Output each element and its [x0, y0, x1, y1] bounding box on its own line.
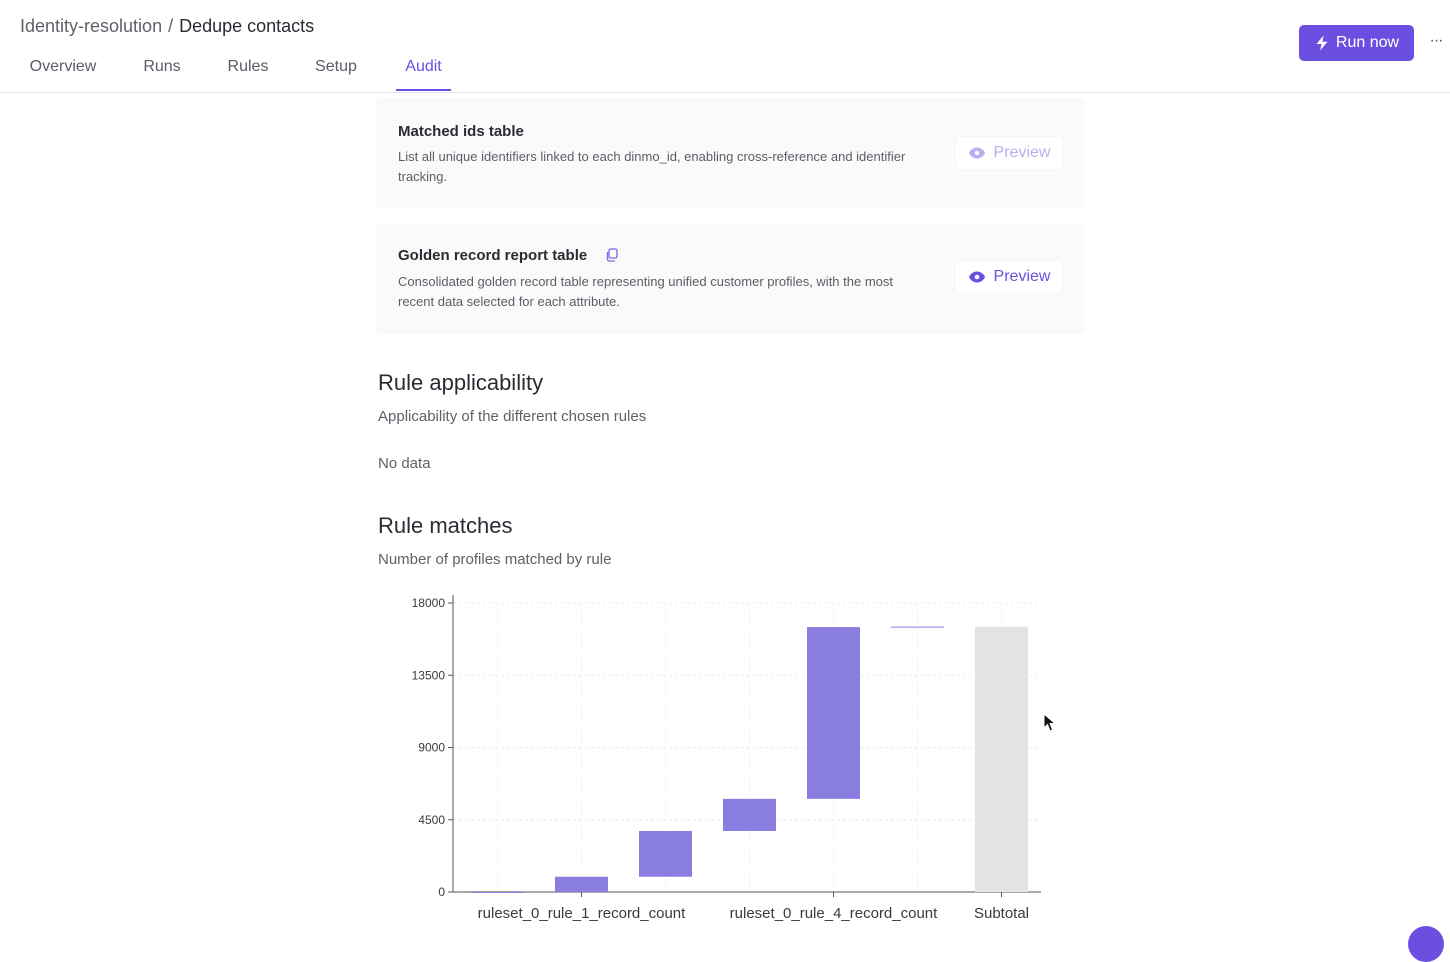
golden-record-card: Golden record report table Consolidated … [376, 224, 1084, 334]
rule-matches-chart: 0 4500 9000 13500 18000 ruleset_0_rule_1_reco… [412, 595, 1041, 922]
breadcrumb: Identity-resolution / Dedupe contacts [20, 16, 314, 37]
tab-rules[interactable]: Rules [218, 58, 278, 91]
help-chat-button[interactable] [1408, 926, 1444, 962]
tab-runs[interactable]: Runs [134, 58, 190, 91]
preview-label: Preview [993, 144, 1051, 161]
tab-setup[interactable]: Setup [306, 58, 366, 91]
waterfall-bar [639, 830, 692, 877]
card-description: Consolidated golden record table represe… [398, 274, 893, 309]
more-options-icon[interactable]: ··· [1426, 32, 1446, 52]
x-tick-label: Subtotal [974, 905, 1029, 922]
page-header: Identity-resolution / Dedupe contacts Over… [0, 0, 1450, 93]
x-tick-label: ruleset_0_rule_1_record_count [478, 905, 686, 922]
breadcrumb-separator: / [168, 16, 174, 36]
subtotal-bar [975, 626, 1028, 892]
waterfall-bar [555, 876, 608, 892]
copy-icon[interactable] [605, 248, 618, 262]
empty-state-text: No data [378, 455, 431, 472]
lightning-icon [1316, 35, 1328, 51]
card-title: Golden record report table [398, 247, 588, 264]
card-description: List all unique identifiers linked to ea… [398, 149, 906, 184]
matched-ids-card: Matched ids table List all unique identi… [376, 98, 1084, 208]
waterfall-bar [723, 798, 776, 831]
tab-audit[interactable]: Audit [396, 58, 451, 91]
preview-button[interactable]: Preview [956, 137, 1062, 169]
y-tick-label: 9000 [418, 741, 445, 755]
preview-button[interactable]: Preview [956, 261, 1062, 293]
preview-label: Preview [993, 268, 1051, 285]
y-tick-label: 4500 [418, 813, 445, 827]
card-title: Matched ids table [398, 123, 524, 140]
mouse-cursor-icon [1043, 713, 1057, 732]
breadcrumb-parent-link[interactable]: Identity-resolution [20, 16, 162, 36]
x-tick-label: ruleset_0_rule_4_record_count [730, 905, 938, 922]
eye-icon [968, 147, 985, 159]
waterfall-bar [807, 627, 860, 799]
y-tick-label: 18000 [412, 596, 446, 610]
y-tick-label: 13500 [412, 668, 446, 682]
y-tick-label: 0 [438, 885, 445, 899]
run-now-label: Run now [1335, 34, 1400, 51]
breadcrumb-current: Dedupe contacts [179, 16, 315, 36]
rule-matches-title: Rule matches [378, 513, 513, 538]
rule-applicability-subtitle: Applicability of the different chosen ru… [378, 408, 647, 425]
tab-overview[interactable]: Overview [20, 58, 106, 91]
eye-icon [968, 271, 985, 283]
waterfall-bar [891, 626, 944, 628]
run-now-button[interactable]: Run now [1299, 25, 1414, 61]
waterfall-bar [471, 892, 524, 893]
rule-matches-subtitle: Number of profiles matched by rule [378, 551, 612, 568]
rule-applicability-title: Rule applicability [378, 370, 544, 395]
